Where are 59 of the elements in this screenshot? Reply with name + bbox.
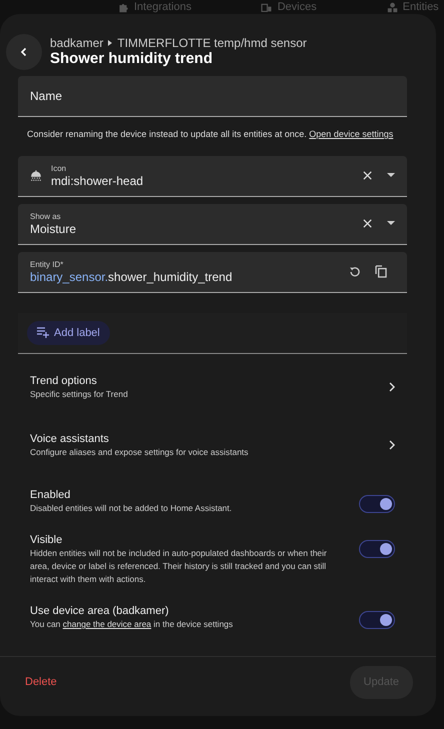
clear-button[interactable] [362,218,373,229]
settings-link-row[interactable]: Trend options Specific settings for Trend [18,358,407,416]
field-value: Moisture [30,222,76,236]
row-title: Trend options [30,374,98,388]
row-title: Voice assistants [30,432,110,446]
restore-icon [349,266,361,278]
background-tab-label: Entities [402,1,439,13]
background-tab-label: Integrations [134,1,192,13]
row-title: Use device area (badkamer) [30,604,170,618]
chevron-left-icon [19,47,29,57]
caret-down-icon [387,221,395,226]
breadcrumb-item[interactable]: badkamer [50,36,104,50]
entity-domain: binary_sensor. [30,270,108,284]
toggle-switch[interactable] [359,611,395,629]
device-settings-link[interactable]: Open device settings [309,129,394,139]
background-tab-label: Devices [277,1,317,13]
chevron-right-icon [389,382,395,392]
devices-icon [261,2,272,12]
field-label: Name [30,89,62,103]
shower-head-icon [30,169,42,182]
playlist-plus-icon [37,327,50,338]
toggle-switch[interactable] [359,495,395,513]
close-icon [362,218,373,229]
add-label-button[interactable]: Add label [27,320,110,345]
clear-button[interactable] [362,170,373,181]
puzzle-icon [118,2,129,12]
entity-id-field[interactable]: Entity ID* binary_sensor.shower_humidity_trend [18,252,407,292]
shapes-icon [386,2,398,12]
row-title: Enabled [30,488,72,502]
field-label: Entity ID* [30,260,64,270]
select-field[interactable]: Show as Moisture [18,204,407,244]
chevron-right-icon [389,440,395,450]
breadcrumb-item[interactable]: TIMMERFLOTTE temp/hmd sensor [117,36,307,50]
caret-down-icon [387,173,395,178]
delete-button[interactable]: Delete [25,674,57,691]
dropdown-button[interactable] [387,173,395,178]
triangle-right-icon [107,40,114,46]
row-description: Hidden entities will not be included in auto-populated dashboards or when their area, device or label is referenced. Their history is still tracked and you can still interact with them with actions. [30,547,328,586]
copy-button[interactable] [375,265,387,278]
close-icon [362,170,373,181]
field-label: Icon [51,164,68,174]
helper-text: Consider renaming the device instead to update all its entities at once. Open device settings [26,128,394,141]
dropdown-button[interactable] [387,221,395,226]
row-subtitle: Configure aliases and expose settings for voice assistants [30,446,250,458]
reset-button[interactable] [349,266,361,278]
row-title: Visible [30,533,64,547]
field-label: Show as [30,212,62,222]
toggle-switch[interactable] [359,540,395,558]
dialog-title: Shower humidity trend [50,50,214,68]
name-field[interactable]: Name [18,76,407,117]
field-value: shower_humidity_trend [108,270,232,284]
device-area-link[interactable]: change the device area [62,619,152,629]
row-description: Disabled entities will not be added to Home Assistant. [30,502,233,515]
row-subtitle: Specific settings for Trend [30,388,129,400]
row-description: You can change the device area in the device settings [30,618,234,631]
field-value: mdi:shower-head [51,174,144,188]
settings-link-row[interactable]: Voice assistants Configure aliases and expose settings for voice assistants [18,416,407,474]
select-field[interactable]: Icon mdi:shower-head [18,156,407,196]
copy-icon [375,265,387,278]
